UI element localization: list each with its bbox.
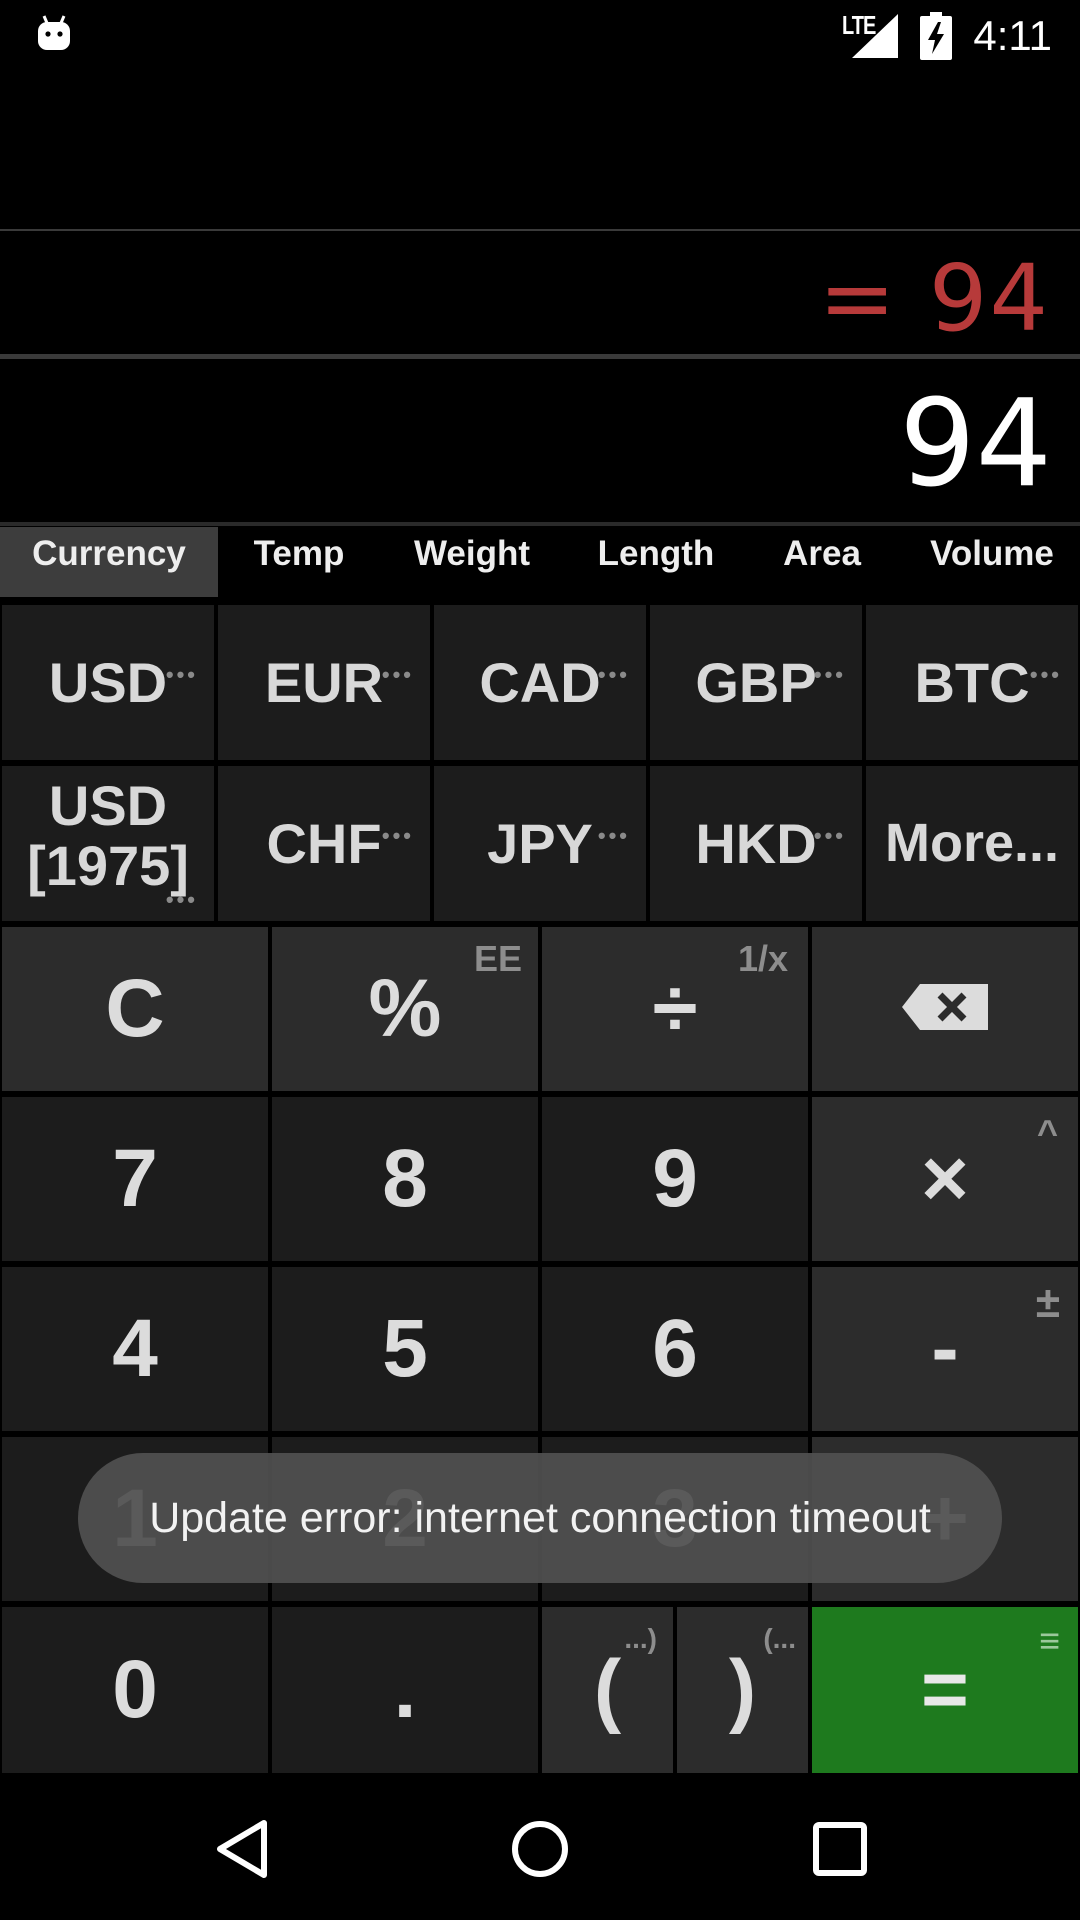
backspace-button[interactable]	[812, 927, 1078, 1091]
currency-label: HKD	[695, 812, 817, 875]
key-label: 8	[382, 1133, 428, 1224]
tab-currency[interactable]: Currency	[0, 527, 218, 597]
tab-volume[interactable]: Volume	[914, 527, 1070, 597]
open-paren-button[interactable]: ( ...)	[542, 1607, 673, 1773]
currency-label: JPY	[487, 812, 593, 875]
input-text[interactable]: 94	[899, 375, 1052, 514]
minus-button[interactable]: - ±	[812, 1267, 1078, 1431]
more-options-icon: •••	[597, 823, 630, 848]
key-label: 9	[652, 1133, 698, 1224]
key-label: (	[593, 1644, 622, 1735]
divider	[0, 229, 1080, 231]
currency-label: EUR	[264, 651, 384, 714]
currency-usd-1975-button[interactable]: USD [1975] •••	[2, 766, 214, 921]
equals-button[interactable]: = ≡	[812, 1607, 1078, 1773]
home-icon[interactable]	[510, 1819, 570, 1879]
key-label: 0	[112, 1644, 158, 1735]
currency-cad-button[interactable]: CAD •••	[434, 605, 646, 760]
key-alt-label: ±	[1035, 1278, 1060, 1327]
recents-icon[interactable]	[812, 1821, 868, 1877]
multiply-button[interactable]: × ^	[812, 1097, 1078, 1261]
tab-length[interactable]: Length	[582, 527, 730, 597]
key-label: -	[931, 1303, 959, 1394]
more-currencies-button[interactable]: More...	[866, 766, 1078, 921]
result-text: = 94	[818, 245, 1050, 352]
decimal-point-button[interactable]: .	[272, 1607, 538, 1773]
key-label: %	[368, 963, 442, 1054]
back-icon[interactable]	[214, 1819, 270, 1879]
currency-gbp-button[interactable]: GBP •••	[650, 605, 862, 760]
key-label: ÷	[652, 963, 698, 1054]
more-options-icon: •••	[381, 823, 414, 848]
key-label: 6	[652, 1303, 698, 1394]
key-label: 4	[112, 1303, 158, 1394]
digit-8-button[interactable]: 8	[272, 1097, 538, 1261]
more-options-icon: •••	[813, 662, 846, 687]
currency-label: CHF	[266, 812, 382, 875]
clear-button[interactable]: C	[2, 927, 268, 1091]
currency-usd-button[interactable]: USD •••	[2, 605, 214, 760]
divider	[0, 354, 1080, 359]
digit-6-button[interactable]: 6	[542, 1267, 808, 1431]
more-options-icon: •••	[597, 662, 630, 687]
key-label: C	[105, 963, 165, 1054]
currency-label: BTC	[914, 651, 1030, 714]
currency-btc-button[interactable]: BTC •••	[866, 605, 1078, 760]
more-options-icon: •••	[813, 823, 846, 848]
backspace-icon	[902, 984, 988, 1030]
key-alt-label: 1/x	[737, 938, 788, 979]
currency-eur-button[interactable]: EUR •••	[218, 605, 430, 760]
digit-0-button[interactable]: 0	[2, 1607, 268, 1773]
category-tabs: Currency Temp Weight Length Area Volume	[0, 527, 1080, 597]
more-options-icon: •••	[1029, 662, 1062, 687]
tab-area[interactable]: Area	[766, 527, 878, 597]
key-label: .	[393, 1644, 417, 1735]
key-alt-label: EE	[473, 938, 522, 979]
key-alt-label: ^	[1036, 1112, 1058, 1153]
key-label: )	[728, 1644, 757, 1735]
tab-temp[interactable]: Temp	[224, 527, 374, 597]
signal-icon	[852, 14, 898, 58]
toast-message: Update error: internet connection timeou…	[78, 1453, 1002, 1583]
key-label: 7	[112, 1133, 158, 1224]
close-paren-button[interactable]: ) (...	[677, 1607, 808, 1773]
currency-hkd-button[interactable]: HKD •••	[650, 766, 862, 921]
history-icon: ≡	[1038, 1620, 1060, 1661]
key-alt-label: ...)	[624, 1623, 657, 1654]
clock: 4:11	[973, 12, 1052, 59]
currency-label: USD	[48, 651, 168, 714]
currency-jpy-button[interactable]: JPY •••	[434, 766, 646, 921]
currency-chf-button[interactable]: CHF •••	[218, 766, 430, 921]
divider	[0, 522, 1080, 526]
key-alt-label: (...	[763, 1623, 796, 1654]
android-debug-icon	[38, 15, 70, 50]
battery-charging-icon	[920, 12, 952, 60]
digit-7-button[interactable]: 7	[2, 1097, 268, 1261]
more-options-icon: •••	[165, 662, 198, 687]
currency-label: More...	[884, 813, 1060, 873]
tab-weight[interactable]: Weight	[398, 527, 546, 597]
key-label: =	[921, 1644, 969, 1735]
digit-4-button[interactable]: 4	[2, 1267, 268, 1431]
currency-label: USD	[48, 774, 168, 837]
currency-label: CAD	[479, 651, 601, 714]
key-label: 5	[382, 1303, 428, 1394]
divide-button[interactable]: ÷ 1/x	[542, 927, 808, 1091]
currency-label: GBP	[695, 651, 817, 714]
key-label: ×	[921, 1133, 969, 1224]
calculator-display: = 94 94	[0, 75, 1080, 526]
digit-5-button[interactable]: 5	[272, 1267, 538, 1431]
more-options-icon: •••	[165, 887, 198, 912]
navigation-bar	[0, 1775, 1080, 1920]
percent-button[interactable]: % EE	[272, 927, 538, 1091]
status-bar: LTE 4:11	[0, 0, 1080, 75]
digit-9-button[interactable]: 9	[542, 1097, 808, 1261]
more-options-icon: •••	[381, 662, 414, 687]
